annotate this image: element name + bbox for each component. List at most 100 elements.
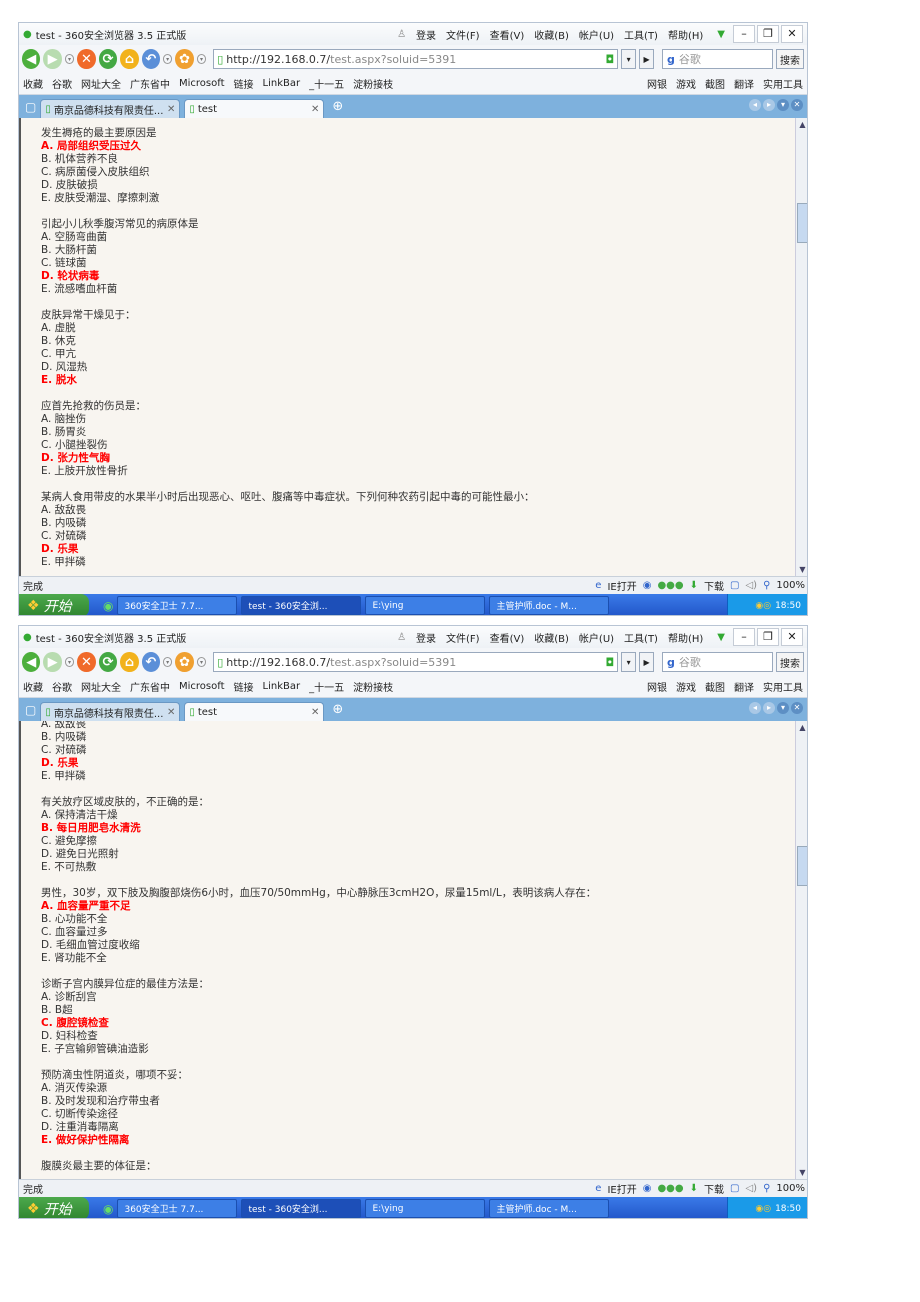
go-icon[interactable]: ▶ (639, 652, 654, 672)
download-icon[interactable]: ⬇ (690, 1183, 698, 1194)
tool-item[interactable]: 游戏 (676, 76, 696, 91)
menu-item[interactable]: 文件(F) (446, 27, 480, 42)
address-dropdown-icon[interactable]: ▾ (621, 652, 637, 672)
back-icon[interactable]: ◀ (22, 49, 41, 69)
tool-item[interactable]: 翻译 (734, 679, 754, 694)
menu-item[interactable]: 帮助(H) (668, 27, 703, 42)
paw-dropdown-icon[interactable]: ▾ (196, 54, 207, 64)
refresh-icon[interactable]: ⟳ (98, 652, 118, 672)
tab-menu-icon[interactable]: ▾ (777, 702, 789, 714)
ie-icon[interactable]: e (595, 1183, 601, 1194)
tool-item[interactable]: 游戏 (676, 679, 696, 694)
start-button[interactable]: ❖ 开始 (19, 594, 89, 615)
ie-open[interactable]: IE打开 (607, 1181, 636, 1196)
ie-icon[interactable]: e (595, 580, 601, 591)
tab-right-icon[interactable]: ▸ (763, 702, 775, 714)
home-icon[interactable]: ⌂ (120, 652, 139, 672)
favorite-item[interactable]: 谷歌 (52, 679, 72, 694)
menu-item[interactable]: 帐户(U) (579, 630, 614, 645)
tab-close-all-icon[interactable]: ✕ (791, 99, 803, 111)
tab[interactable]: ▯ 南京品德科技有限责任... ✕ (40, 702, 181, 721)
favorite-item[interactable]: 谷歌 (52, 76, 72, 91)
close-icon[interactable]: ✕ (781, 25, 803, 43)
quicklaunch-icon[interactable]: ◉ (103, 1202, 113, 1216)
favorite-item[interactable]: _十一五 (309, 679, 344, 694)
zoom-icon[interactable]: ⚲ (763, 580, 770, 591)
sound-icon[interactable]: ◁) (745, 580, 757, 591)
tab-close-icon[interactable]: ✕ (311, 707, 319, 718)
favorite-item[interactable]: LinkBar (263, 78, 301, 89)
history-dropdown-icon[interactable]: ▾ (64, 657, 75, 667)
shield-icon[interactable]: ◉ (643, 580, 652, 591)
tab-left-icon[interactable]: ◂ (749, 702, 761, 714)
search-button[interactable]: 搜索 (776, 652, 804, 672)
favorite-item[interactable]: 淀粉接枝 (353, 76, 393, 91)
start-button[interactable]: ❖ 开始 (19, 1197, 89, 1218)
download-icon[interactable]: ⬇ (690, 580, 698, 591)
window-icon[interactable]: ▢ (730, 1183, 739, 1194)
stop-icon[interactable]: ✕ (77, 652, 96, 672)
tool-item[interactable]: 截图 (705, 76, 725, 91)
window-icon[interactable]: ▢ (730, 580, 739, 591)
menu-item[interactable]: 工具(T) (624, 630, 658, 645)
menu-item[interactable]: 查看(V) (490, 27, 525, 42)
new-tab-icon[interactable]: ⊕ (332, 99, 343, 114)
sidebar-toggle-icon[interactable]: ▢ (25, 100, 36, 114)
tool-item[interactable]: 翻译 (734, 76, 754, 91)
tool-item[interactable]: 实用工具 (763, 76, 803, 91)
paw-icon[interactable]: ✿ (175, 49, 194, 69)
new-tab-icon[interactable]: ⊕ (332, 702, 343, 717)
security-icon[interactable]: ◘ (605, 656, 614, 669)
minimize-icon[interactable]: – (733, 25, 755, 43)
scroll-up-icon[interactable]: ▲ (796, 118, 807, 131)
tab-close-icon[interactable]: ✕ (167, 104, 175, 115)
ie-open[interactable]: IE打开 (607, 578, 636, 593)
taskbar-item[interactable]: 主管护师.doc - M... (489, 596, 610, 615)
tab-left-icon[interactable]: ◂ (749, 99, 761, 111)
stop-icon[interactable]: ✕ (77, 49, 96, 69)
sidebar-toggle-icon[interactable]: ▢ (25, 703, 36, 717)
favorite-item[interactable]: 链接 (234, 679, 254, 694)
menu-item[interactable]: 登录 (416, 630, 436, 645)
restore-icon[interactable]: ❐ (757, 628, 779, 646)
address-bar[interactable]: ▯ http://192.168.0.7/test.aspx?soluid=539… (213, 49, 619, 69)
close-icon[interactable]: ✕ (781, 628, 803, 646)
go-icon[interactable]: ▶ (639, 49, 654, 69)
paw-dropdown-icon[interactable]: ▾ (196, 657, 207, 667)
menu-item[interactable]: 收藏(B) (534, 630, 569, 645)
tab-close-icon[interactable]: ✕ (311, 104, 319, 115)
taskbar-item[interactable]: E:\ying (365, 596, 486, 615)
menu-item[interactable]: 工具(T) (624, 27, 658, 42)
security-icon[interactable]: ◘ (605, 53, 614, 66)
tool-item[interactable]: 截图 (705, 679, 725, 694)
sound-icon[interactable]: ◁) (745, 1183, 757, 1194)
menu-item[interactable]: 收藏(B) (534, 27, 569, 42)
favorite-item[interactable]: 广东省中 (130, 679, 170, 694)
menu-item[interactable]: 帐户(U) (579, 27, 614, 42)
tab[interactable]: ▯ test ✕ (184, 99, 325, 118)
search-input[interactable]: g 谷歌 (662, 49, 774, 69)
undo-icon[interactable]: ↶ (141, 49, 160, 69)
undo-icon[interactable]: ↶ (141, 652, 160, 672)
taskbar-item[interactable]: 360安全卫士 7.7... (117, 1199, 238, 1218)
tab-close-icon[interactable]: ✕ (167, 707, 175, 718)
menu-item[interactable]: 查看(V) (490, 630, 525, 645)
tool-item[interactable]: 网银 (647, 76, 667, 91)
zoom-level[interactable]: 100% (776, 1183, 805, 1194)
undo-dropdown-icon[interactable]: ▾ (163, 657, 173, 667)
scroll-down-icon[interactable]: ▼ (796, 1166, 807, 1179)
forward-icon[interactable]: ▶ (43, 49, 62, 69)
favorite-item[interactable]: Microsoft (179, 78, 225, 89)
download-label[interactable]: 下载 (704, 578, 724, 593)
restore-icon[interactable]: ❐ (757, 25, 779, 43)
tab[interactable]: ▯ test ✕ (184, 702, 325, 721)
taskbar-item[interactable]: test - 360安全浏... (241, 1199, 362, 1218)
taskbar-item[interactable]: test - 360安全浏... (241, 596, 362, 615)
zoom-level[interactable]: 100% (776, 580, 805, 591)
refresh-icon[interactable]: ⟳ (98, 49, 118, 69)
taskbar-item[interactable]: 360安全卫士 7.7... (117, 596, 238, 615)
undo-dropdown-icon[interactable]: ▾ (163, 54, 173, 64)
tab-right-icon[interactable]: ▸ (763, 99, 775, 111)
favorite-item[interactable]: 网址大全 (81, 76, 121, 91)
home-icon[interactable]: ⌂ (120, 49, 139, 69)
